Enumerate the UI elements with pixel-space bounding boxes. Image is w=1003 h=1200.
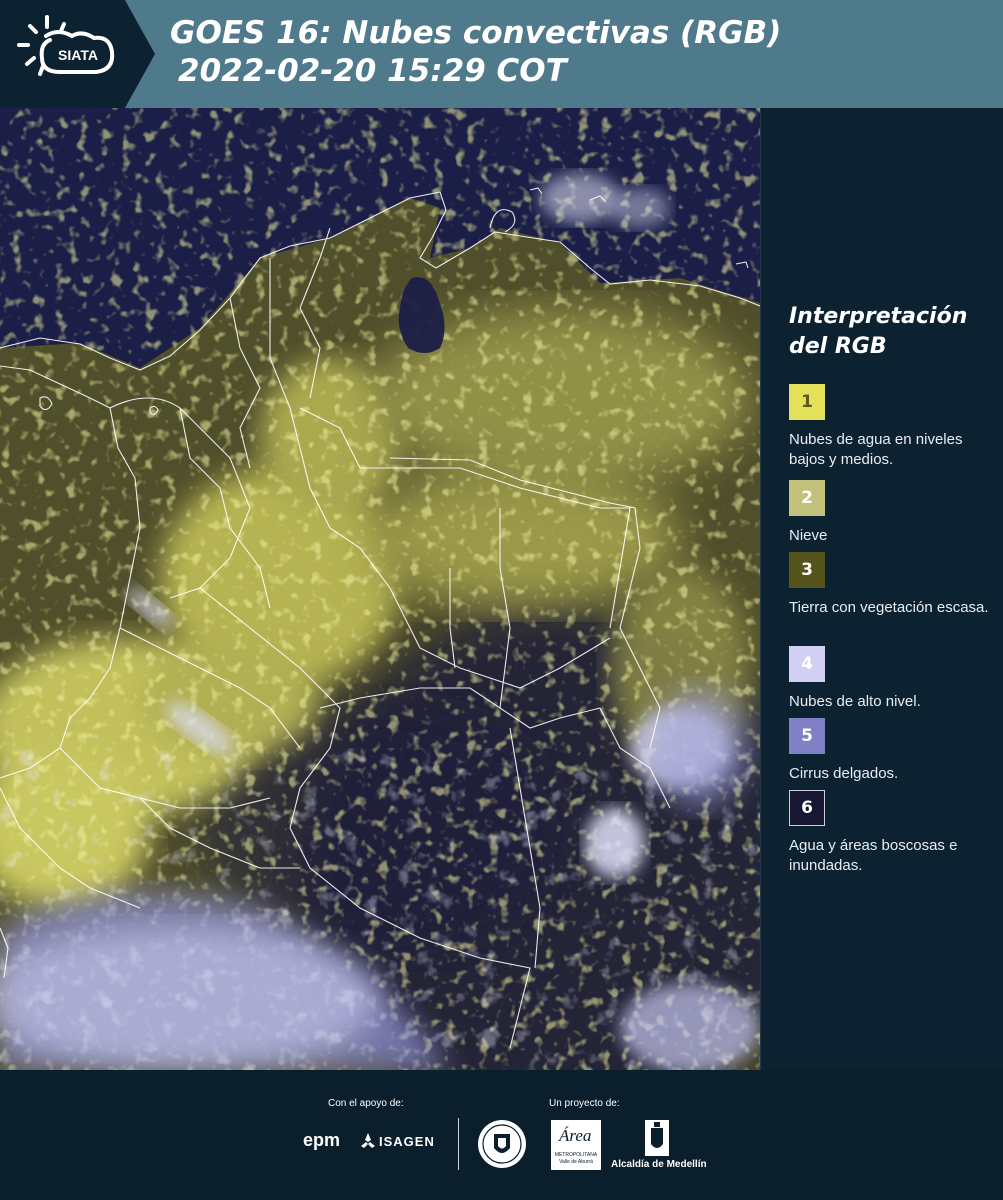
footer: Con el apoyo de: Un proyecto de: epm ISA… [0,1070,1003,1200]
legend-number-3: 3 [801,560,813,580]
legend-number-6: 6 [801,798,813,818]
satellite-map [0,108,760,1070]
legend-label-5: Cirrus delgados. [789,765,899,782]
epm-logo: epm [303,1130,341,1150]
legend-item-5: 5 Cirrus delgados. [789,718,989,784]
legend-item-1: 1 Nubes de agua en niveles bajos y medio… [789,384,989,470]
legend-swatch-6: 6 [789,790,825,826]
legend-title-line-1: Interpretación [789,304,968,329]
logo-text: SIATA [58,47,98,63]
legend-label-6: Agua y áreas boscosas e inundadas. [789,837,958,874]
title-line-1: GOES 16: Nubes convectivas (RGB) [170,15,782,51]
legend-number-5: 5 [801,726,813,746]
medellin-seal-icon [478,1120,526,1168]
project-label: Un proyecto de: [549,1098,620,1109]
legend-swatch-2: 2 [789,480,825,516]
page-title: GOES 16: Nubes convectivas (RGB) 2022-02… [170,14,781,90]
rgb-legend: Interpretación del RGB 1 Nubes de agua e… [760,108,1003,1070]
legend-number-2: 2 [801,488,813,508]
alcaldia-logo: Alcaldía de Medellín [611,1159,707,1170]
satellite-image [0,108,760,1070]
legend-label-2: Nieve [789,527,828,544]
legend-item-3: 3 Tierra con vegetación escasa. [789,552,989,618]
legend-label-1: Nubes de agua en niveles bajos y medios. [789,431,963,468]
legend-number-1: 1 [801,392,813,412]
legend-swatch-1: 1 [789,384,825,420]
title-line-2: 2022-02-20 15:29 COT [178,53,567,89]
legend-title: Interpretación del RGB [789,302,967,362]
legend-number-4: 4 [801,654,813,674]
alcaldia-shield-icon [645,1120,669,1156]
legend-label-3: Tierra con vegetación escasa. [789,599,989,616]
legend-item-6: 6 Agua y áreas boscosas e inundadas. [789,790,989,876]
support-label: Con el apoyo de: [328,1098,404,1109]
footer-divider [458,1118,459,1170]
isagen-icon [361,1133,375,1148]
isagen-logo: ISAGEN [379,1134,435,1149]
legend-item-2: 2 Nieve [789,480,989,546]
header-bar: SIATA GOES 16: Nubes convectivas (RGB) 2… [0,0,1003,108]
area-logo-sub-1: METROPOLITANA [554,1152,598,1158]
legend-swatch-3: 3 [789,552,825,588]
legend-label-4: Nubes de alto nivel. [789,693,921,710]
legend-item-4: 4 Nubes de alto nivel. [789,646,989,712]
siata-logo: SIATA [0,0,155,108]
legend-title-line-2: del RGB [789,334,887,359]
area-metropolitana-logo: Área METROPOLITANA Valle de Aburrá [551,1120,601,1170]
area-logo-word: Área [559,1126,592,1145]
area-logo-sub-2: Valle de Aburrá [559,1159,593,1165]
legend-swatch-4: 4 [789,646,825,682]
legend-swatch-5: 5 [789,718,825,754]
